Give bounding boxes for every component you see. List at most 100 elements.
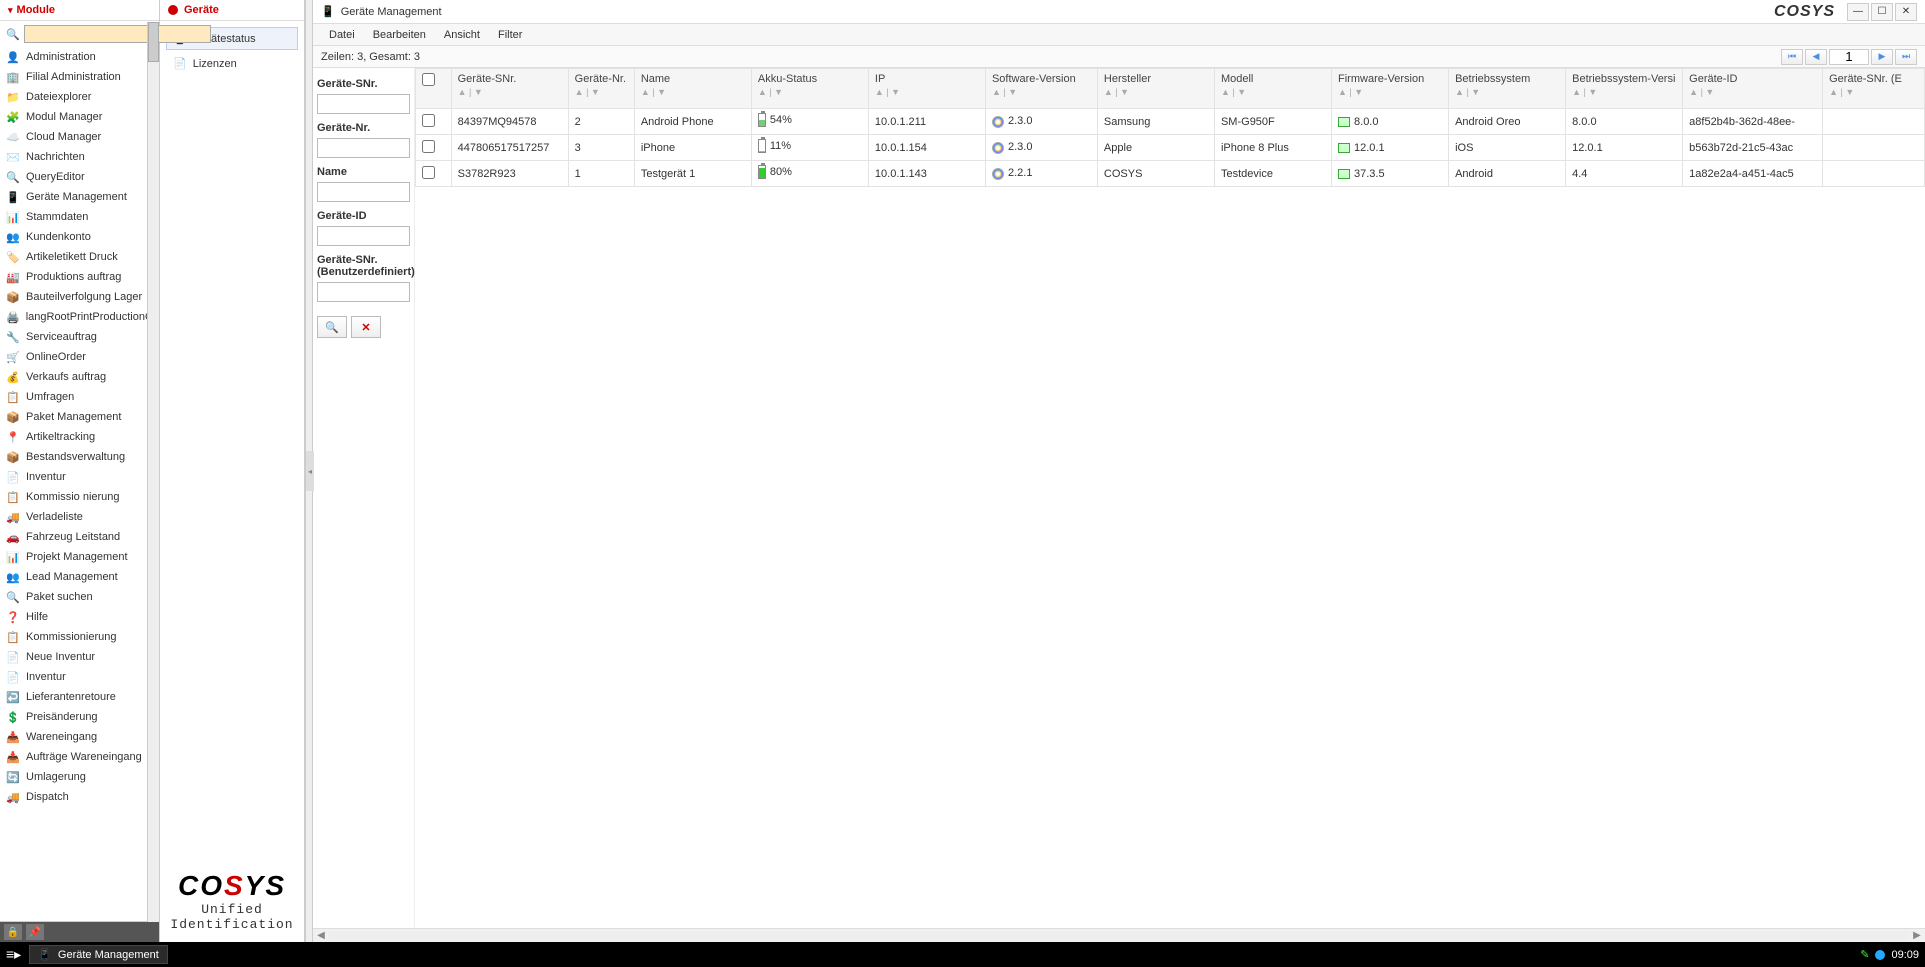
- row-checkbox[interactable]: [422, 114, 435, 127]
- module-search-input[interactable]: [24, 25, 211, 43]
- module-header[interactable]: Module: [0, 0, 159, 21]
- sort-icons[interactable]: ▲ | ▼: [992, 87, 1091, 97]
- column-header[interactable]: Name▲ | ▼: [634, 69, 751, 109]
- pin-icon[interactable]: 📌: [26, 924, 44, 940]
- module-item[interactable]: 🔍Paket suchen: [0, 587, 159, 607]
- sort-icons[interactable]: ▲ | ▼: [575, 87, 628, 97]
- module-item[interactable]: ❓Hilfe: [0, 607, 159, 627]
- filter-search-button[interactable]: 🔍: [317, 316, 347, 338]
- module-item[interactable]: 📊Stammdaten: [0, 207, 159, 227]
- table-row[interactable]: 4478065175172573iPhone11%10.0.1.1542.3.0…: [416, 135, 1925, 161]
- module-item[interactable]: 📥Wareneingang: [0, 727, 159, 747]
- sub-header[interactable]: Geräte: [160, 0, 304, 21]
- pager-prev-button[interactable]: ◀: [1805, 49, 1827, 65]
- column-header[interactable]: Hersteller▲ | ▼: [1097, 69, 1214, 109]
- table-row[interactable]: S3782R9231Testgerät 180%10.0.1.1432.2.1C…: [416, 161, 1925, 187]
- pager-next-button[interactable]: ▶: [1871, 49, 1893, 65]
- module-item[interactable]: ☁️Cloud Manager: [0, 127, 159, 147]
- module-item[interactable]: 📋Umfragen: [0, 387, 159, 407]
- module-item[interactable]: 📍Artikeltracking: [0, 427, 159, 447]
- module-item[interactable]: 🏢Filial Administration: [0, 67, 159, 87]
- lock-icon[interactable]: 🔒: [4, 924, 22, 940]
- module-item[interactable]: 💲Preisänderung: [0, 707, 159, 727]
- row-checkbox[interactable]: [422, 166, 435, 179]
- module-item[interactable]: 📄Inventur: [0, 667, 159, 687]
- pager-first-button[interactable]: ⏮: [1781, 49, 1803, 65]
- column-header[interactable]: Geräte-SNr. (E▲ | ▼: [1823, 69, 1925, 109]
- column-header[interactable]: Akku-Status▲ | ▼: [751, 69, 868, 109]
- sort-icons[interactable]: ▲ | ▼: [1455, 87, 1559, 97]
- filter-input[interactable]: [317, 282, 410, 302]
- module-item[interactable]: 🛒OnlineOrder: [0, 347, 159, 367]
- sort-icons[interactable]: ▲ | ▼: [641, 87, 745, 97]
- module-item[interactable]: 👤Administration: [0, 47, 159, 67]
- sort-icons[interactable]: ▲ | ▼: [875, 87, 979, 97]
- module-item[interactable]: 📄Inventur: [0, 467, 159, 487]
- module-item[interactable]: 💰Verkaufs auftrag: [0, 367, 159, 387]
- module-item[interactable]: 👥Lead Management: [0, 567, 159, 587]
- module-item[interactable]: 📁Dateiexplorer: [0, 87, 159, 107]
- column-header[interactable]: Geräte-Nr.▲ | ▼: [568, 69, 634, 109]
- module-item[interactable]: 🏭Produktions auftrag: [0, 267, 159, 287]
- column-header[interactable]: Modell▲ | ▼: [1214, 69, 1331, 109]
- module-item[interactable]: 👥Kundenkonto: [0, 227, 159, 247]
- filter-input[interactable]: [317, 226, 410, 246]
- pager-page-input[interactable]: [1829, 49, 1869, 65]
- filter-input[interactable]: [317, 138, 410, 158]
- menu-item[interactable]: Bearbeiten: [365, 27, 434, 43]
- menu-item[interactable]: Ansicht: [436, 27, 488, 43]
- module-item[interactable]: 🔍QueryEditor: [0, 167, 159, 187]
- column-header[interactable]: Software-Version▲ | ▼: [985, 69, 1097, 109]
- close-button[interactable]: ✕: [1895, 3, 1917, 21]
- select-all-checkbox[interactable]: [422, 73, 435, 86]
- row-checkbox[interactable]: [422, 140, 435, 153]
- column-header[interactable]: Betriebssystem-Versi▲ | ▼: [1566, 69, 1683, 109]
- column-header[interactable]: [416, 69, 452, 109]
- maximize-button[interactable]: ☐: [1871, 3, 1893, 21]
- sort-icons[interactable]: ▲ | ▼: [758, 87, 862, 97]
- sort-icons[interactable]: ▲ | ▼: [458, 87, 562, 97]
- module-item[interactable]: 🚗Fahrzeug Leitstand: [0, 527, 159, 547]
- sort-icons[interactable]: ▲ | ▼: [1572, 87, 1676, 97]
- module-item[interactable]: 📦Bauteilverfolgung Lager: [0, 287, 159, 307]
- filter-input[interactable]: [317, 182, 410, 202]
- module-item[interactable]: 🚚Dispatch: [0, 787, 159, 807]
- menu-item[interactable]: Filter: [490, 27, 530, 43]
- module-item[interactable]: 📋Kommissionierung: [0, 627, 159, 647]
- menu-item[interactable]: Datei: [321, 27, 363, 43]
- module-scrollbar[interactable]: [147, 22, 159, 922]
- module-item[interactable]: 🧩Modul Manager: [0, 107, 159, 127]
- column-header[interactable]: Betriebssystem▲ | ▼: [1449, 69, 1566, 109]
- column-header[interactable]: IP▲ | ▼: [868, 69, 985, 109]
- module-item[interactable]: 📦Paket Management: [0, 407, 159, 427]
- module-item[interactable]: 🖨️langRootPrintProductionO…: [0, 307, 159, 327]
- module-item[interactable]: 📥Aufträge Wareneingang: [0, 747, 159, 767]
- sort-icons[interactable]: ▲ | ▼: [1829, 87, 1918, 97]
- module-item[interactable]: 📱Geräte Management: [0, 187, 159, 207]
- sort-icons[interactable]: ▲ | ▼: [1221, 87, 1325, 97]
- column-header[interactable]: Geräte-ID▲ | ▼: [1683, 69, 1823, 109]
- module-item[interactable]: 📋Kommissio nierung: [0, 487, 159, 507]
- module-item[interactable]: 🚚Verladeliste: [0, 507, 159, 527]
- column-header[interactable]: Firmware-Version▲ | ▼: [1332, 69, 1449, 109]
- sort-icons[interactable]: ▲ | ▼: [1338, 87, 1442, 97]
- module-item[interactable]: 🔧Serviceauftrag: [0, 327, 159, 347]
- sub-item[interactable]: 📄Lizenzen: [166, 52, 298, 75]
- panel-collapser[interactable]: ◂: [305, 0, 313, 942]
- filter-input[interactable]: [317, 94, 410, 114]
- pager-last-button[interactable]: ⏭: [1895, 49, 1917, 65]
- sort-icons[interactable]: ▲ | ▼: [1689, 87, 1816, 97]
- module-item[interactable]: 📊Projekt Management: [0, 547, 159, 567]
- module-item[interactable]: ✉️Nachrichten: [0, 147, 159, 167]
- module-item[interactable]: 📄Neue Inventur: [0, 647, 159, 667]
- taskbar-app[interactable]: 📱 Geräte Management: [29, 945, 168, 964]
- module-item[interactable]: 📦Bestandsverwaltung: [0, 447, 159, 467]
- filter-clear-button[interactable]: ✕: [351, 316, 381, 338]
- module-item[interactable]: 🏷️Artikeletikett Druck: [0, 247, 159, 267]
- horizontal-scrollbar[interactable]: ◀▶: [313, 928, 1925, 942]
- module-item[interactable]: 🔄Umlagerung: [0, 767, 159, 787]
- module-item[interactable]: ↩️Lieferantenretoure: [0, 687, 159, 707]
- minimize-button[interactable]: —: [1847, 3, 1869, 21]
- start-icon[interactable]: ≡▸: [6, 946, 21, 963]
- table-row[interactable]: 84397MQ945782Android Phone54%10.0.1.2112…: [416, 109, 1925, 135]
